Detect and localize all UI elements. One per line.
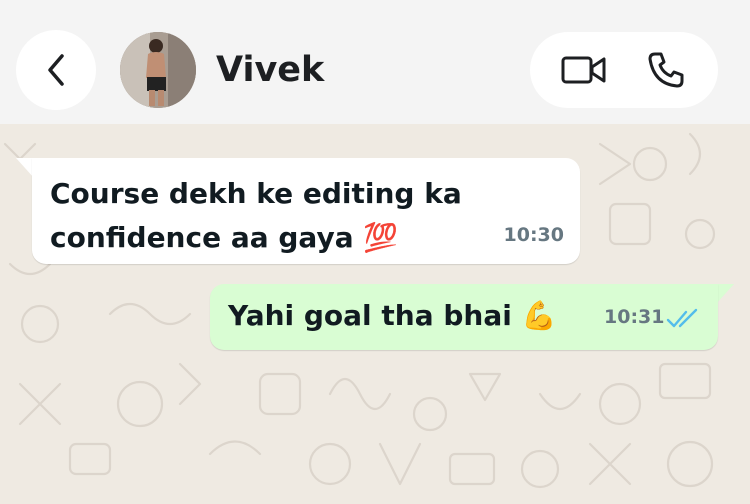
message-line-2: confidence aa gaya 💯	[50, 216, 490, 260]
flexed-biceps-emoji: 💪	[521, 299, 557, 332]
chevron-left-icon	[48, 54, 64, 86]
read-receipt-icon	[666, 308, 698, 328]
phone-icon	[648, 52, 684, 88]
hundred-points-emoji: 💯	[363, 221, 399, 254]
chat-area[interactable]: Course dekh ke editing ka confidence aa …	[0, 124, 750, 504]
message-text: Yahi goal tha bhai 💪	[228, 296, 556, 336]
voice-call-button[interactable]	[644, 48, 688, 92]
chat-header: Vivek	[0, 0, 750, 124]
video-call-button[interactable]	[556, 50, 612, 90]
outgoing-message[interactable]: Yahi goal tha bhai 💪 10:31	[210, 284, 718, 350]
message-timestamp: 10:31	[604, 306, 665, 328]
message-line-2-text: confidence aa gaya	[50, 221, 354, 254]
message-line-1: Course dekh ke editing ka	[50, 177, 462, 210]
message-text-content: Yahi goal tha bhai	[228, 299, 512, 332]
avatar[interactable]	[120, 32, 196, 108]
contact-name[interactable]: Vivek	[216, 50, 324, 90]
back-button[interactable]	[16, 30, 96, 110]
avatar-photo	[120, 32, 196, 108]
incoming-message[interactable]: Course dekh ke editing ka confidence aa …	[32, 158, 580, 264]
message-text: Course dekh ke editing ka confidence aa …	[50, 172, 490, 260]
video-call-icon	[561, 56, 606, 84]
outgoing-bubble-tail	[716, 284, 734, 304]
message-timestamp: 10:30	[503, 224, 564, 246]
